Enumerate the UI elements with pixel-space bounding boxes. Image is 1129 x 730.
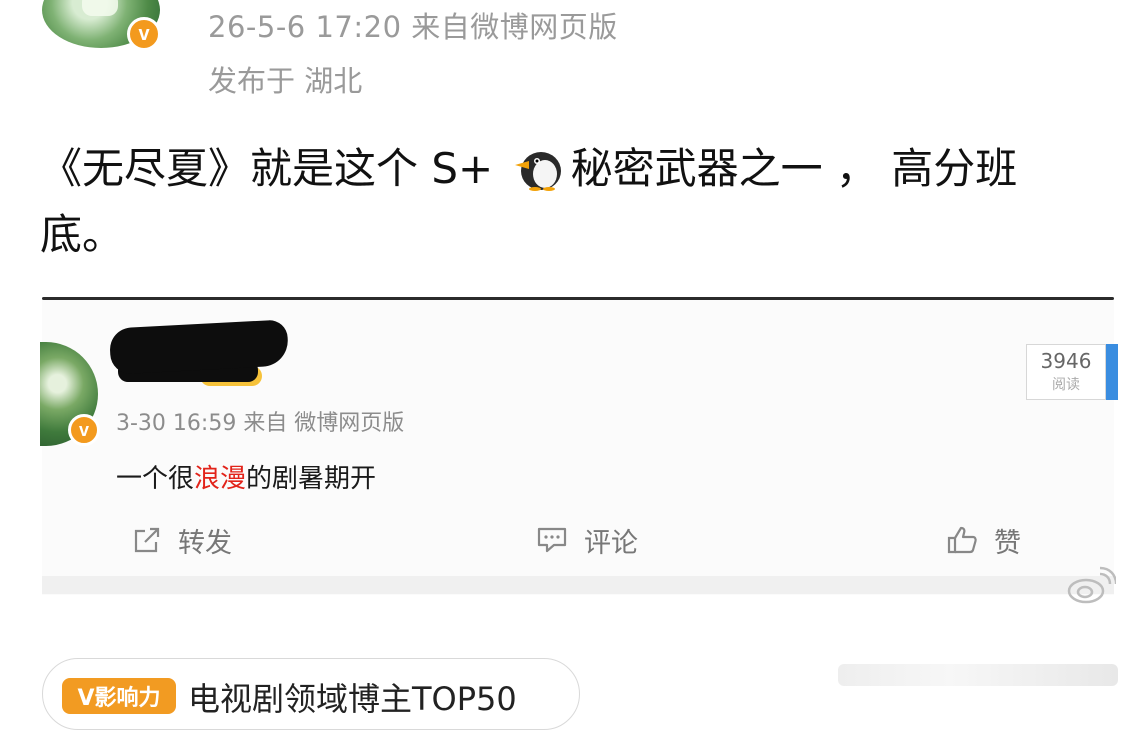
read-label: 阅读 [1052, 377, 1080, 393]
v-influence-badge: V影响力 [62, 678, 176, 714]
post-text: 《无尽夏》就是这个 S+ 秘密武器之一 ， 高分班底。 [40, 136, 1085, 268]
penguin-icon [511, 144, 567, 191]
redacted-username [108, 319, 290, 375]
quoted-text-highlight: 浪漫 [194, 464, 247, 494]
quoted-time-source: 3-30 16:59 来自 微博网页版 [116, 411, 405, 436]
influence-tag-text: 电视剧领域博主TOP50 [188, 680, 517, 718]
bottom-blurred-bar [838, 664, 1118, 686]
like-button[interactable]: 赞 [946, 520, 1021, 560]
thumbs-up-icon [946, 525, 978, 555]
post-text-part1: 《无尽夏》就是这个 S+ [40, 144, 507, 193]
repost-icon [132, 525, 162, 555]
quoted-text-part1: 一个很 [116, 464, 195, 494]
side-tab[interactable] [1106, 344, 1118, 400]
post-location: 发布于 湖北 [208, 64, 363, 98]
repost-label: 转发 [178, 527, 232, 559]
quoted-text: 一个很浪漫的剧暑期开 [116, 458, 376, 495]
comment-icon [536, 525, 568, 555]
read-count-box: 3946 阅读 [1026, 344, 1106, 400]
quoted-verified-v-badge-icon: v [68, 414, 100, 446]
repost-button[interactable]: 转发 [132, 520, 232, 560]
weibo-logo-icon [1066, 566, 1118, 606]
verified-v-badge-icon: v [127, 17, 161, 51]
post-time-source: 26-5-6 17:20 来自微博网页版 [208, 10, 618, 44]
read-count: 3946 [1040, 349, 1092, 373]
card-bottom-bar [42, 576, 1114, 594]
quoted-text-part2: 的剧暑期开 [246, 464, 377, 494]
comment-label: 评论 [584, 527, 638, 559]
comment-button[interactable]: 评论 [536, 520, 638, 560]
like-label: 赞 [994, 527, 1021, 559]
